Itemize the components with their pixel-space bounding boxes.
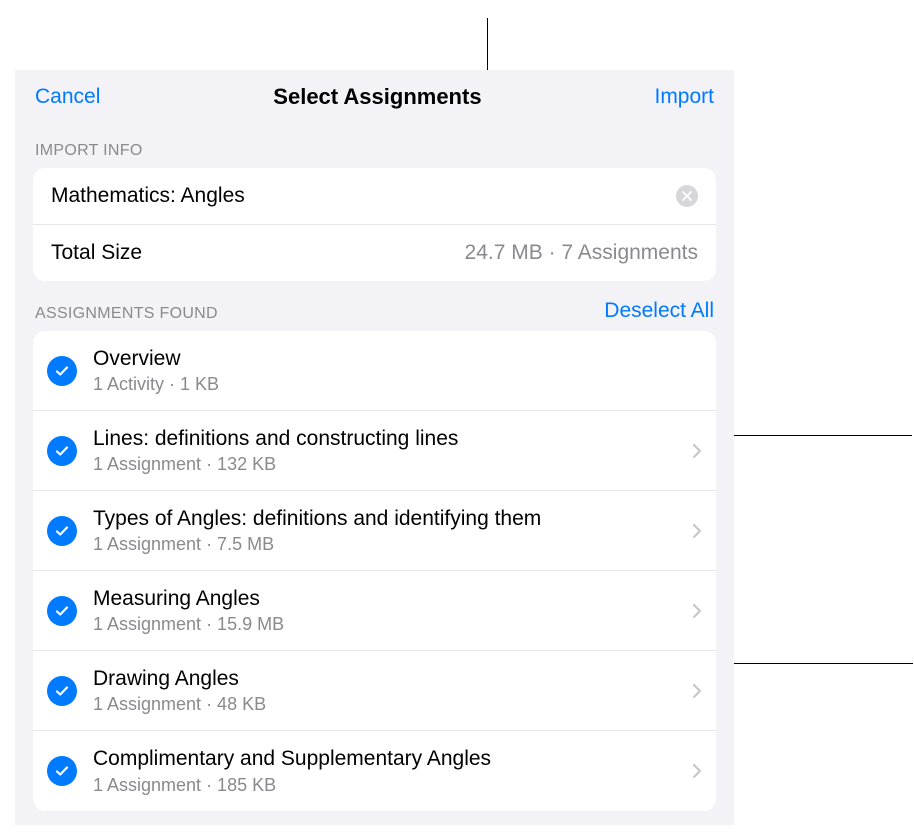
assignment-subtitle: 1 Assignment · 7.5 MB	[93, 534, 684, 555]
total-size-row: Total Size 24.7 MB · 7 Assignments	[33, 225, 716, 281]
assignment-title: Lines: definitions and constructing line…	[93, 426, 684, 452]
assignment-title: Complimentary and Supplementary Angles	[93, 746, 684, 772]
checkmark-icon[interactable]	[47, 436, 77, 466]
navigation-bar: Cancel Select Assignments Import	[15, 70, 734, 124]
checkmark-icon[interactable]	[47, 596, 77, 626]
checkmark-icon[interactable]	[47, 516, 77, 546]
assignment-subtitle: 1 Assignment · 132 KB	[93, 454, 684, 475]
assignment-row[interactable]: Lines: definitions and constructing line…	[33, 411, 716, 491]
assignment-row[interactable]: Complimentary and Supplementary Angles 1 …	[33, 731, 716, 811]
checkmark-icon[interactable]	[47, 676, 77, 706]
assignment-subtitle: 1 Assignment · 48 KB	[93, 694, 684, 715]
checkmark-icon[interactable]	[47, 356, 77, 386]
clear-icon[interactable]	[676, 185, 698, 207]
page-title: Select Assignments	[273, 84, 481, 110]
assignment-title: Drawing Angles	[93, 666, 684, 692]
chevron-right-icon	[692, 763, 702, 779]
assignment-subtitle: 1 Assignment · 185 KB	[93, 775, 684, 796]
total-size-value: 24.7 MB · 7 Assignments	[465, 241, 698, 265]
import-info-card: Mathematics: Angles Total Size 24.7 MB ·…	[33, 168, 716, 281]
chevron-right-icon	[692, 683, 702, 699]
import-button[interactable]: Import	[654, 85, 714, 109]
assignment-text: Drawing Angles1 Assignment · 48 KB	[93, 666, 684, 715]
assignment-text: Overview1 Activity · 1 KB	[93, 346, 702, 395]
assignment-row[interactable]: Measuring Angles1 Assignment · 15.9 MB	[33, 571, 716, 651]
assignments-found-header: ASSIGNMENTS FOUND Deselect All	[15, 281, 734, 331]
chevron-right-icon	[692, 443, 702, 459]
chevron-right-icon	[692, 603, 702, 619]
total-size-label: Total Size	[51, 241, 142, 265]
select-assignments-panel: Cancel Select Assignments Import IMPORT …	[15, 70, 734, 825]
assignments-card: Overview1 Activity · 1 KB Lines: definiti…	[33, 331, 716, 811]
assignment-text: Types of Angles: definitions and identif…	[93, 506, 684, 555]
assignment-text: Lines: definitions and constructing line…	[93, 426, 684, 475]
deselect-all-button[interactable]: Deselect All	[604, 299, 714, 323]
checkmark-icon[interactable]	[47, 756, 77, 786]
assignments-found-label: ASSIGNMENTS FOUND	[35, 305, 218, 323]
assignment-row[interactable]: Overview1 Activity · 1 KB	[33, 331, 716, 411]
import-title-row[interactable]: Mathematics: Angles	[33, 168, 716, 225]
assignment-text: Complimentary and Supplementary Angles 1 …	[93, 746, 684, 795]
assignment-title: Overview	[93, 346, 702, 372]
assignment-row[interactable]: Drawing Angles1 Assignment · 48 KB	[33, 651, 716, 731]
chevron-right-icon	[692, 523, 702, 539]
import-title-text: Mathematics: Angles	[51, 184, 676, 208]
assignment-title: Types of Angles: definitions and identif…	[93, 506, 684, 532]
assignment-subtitle: 1 Assignment · 15.9 MB	[93, 614, 684, 635]
import-info-header: IMPORT INFO	[15, 124, 734, 168]
assignment-title: Measuring Angles	[93, 586, 684, 612]
assignment-row[interactable]: Types of Angles: definitions and identif…	[33, 491, 716, 571]
assignment-text: Measuring Angles1 Assignment · 15.9 MB	[93, 586, 684, 635]
assignment-subtitle: 1 Activity · 1 KB	[93, 374, 702, 395]
import-info-label: IMPORT INFO	[35, 142, 143, 160]
cancel-button[interactable]: Cancel	[35, 85, 100, 109]
